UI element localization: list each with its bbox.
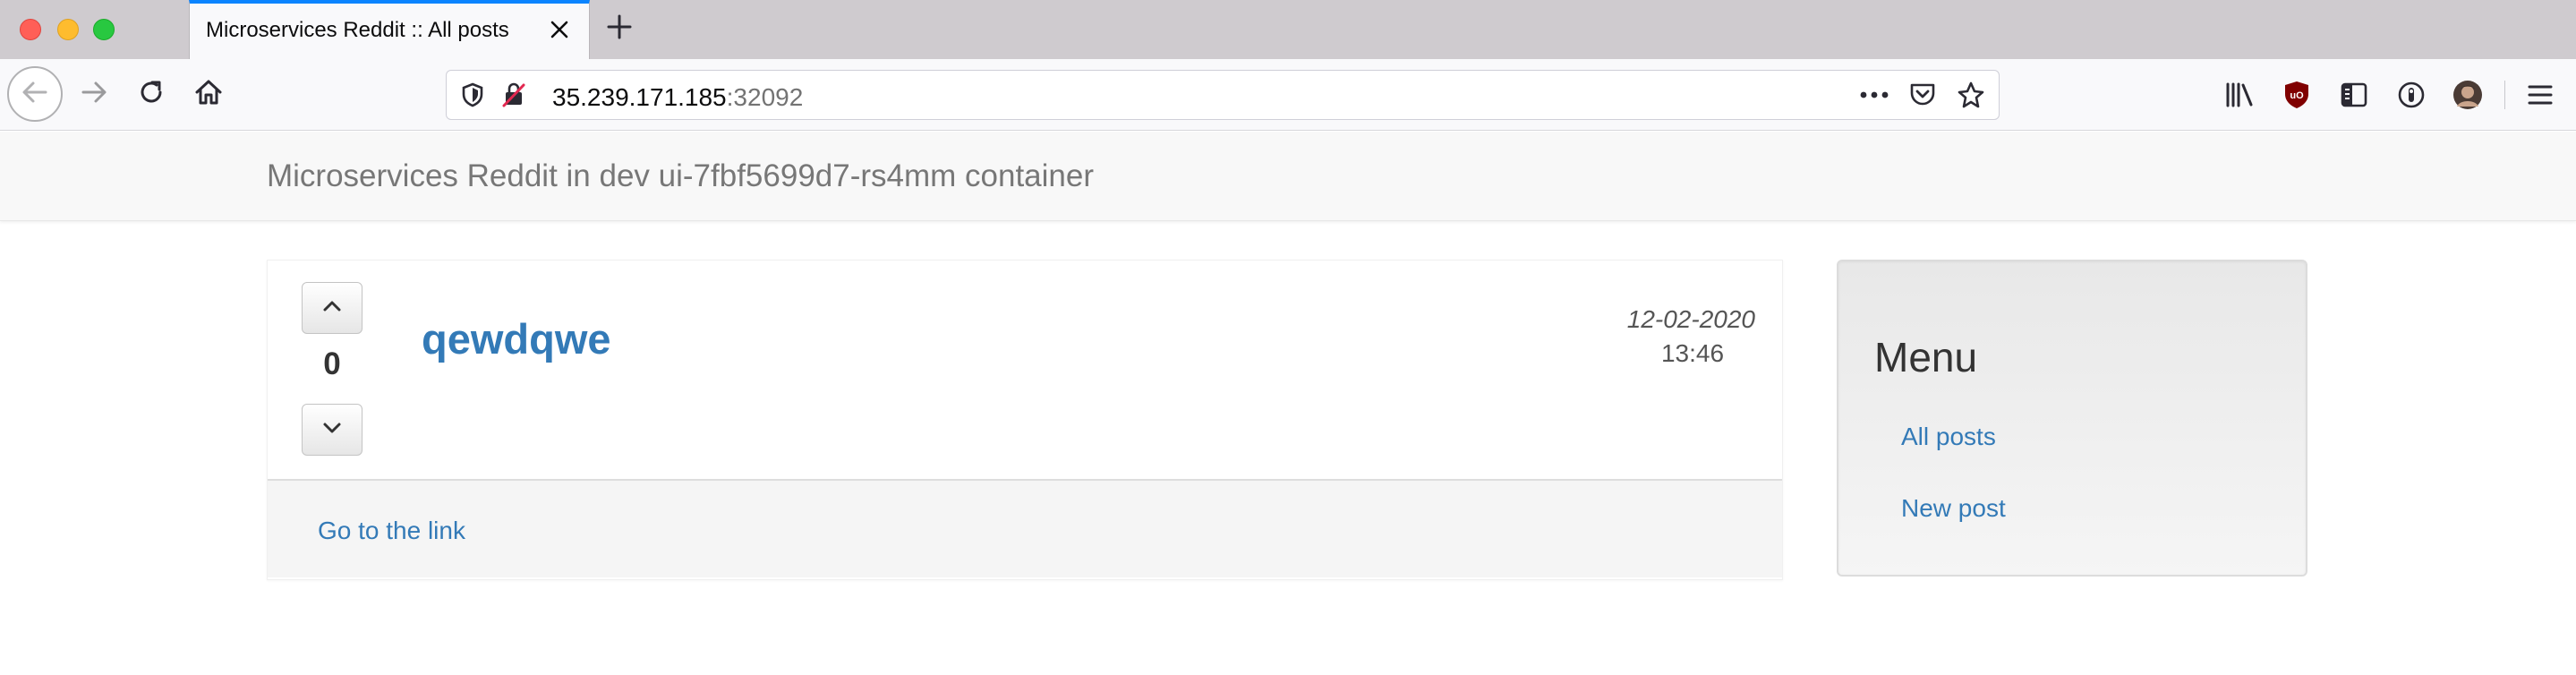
vote-count: 0 [323, 346, 341, 381]
post-footer: Go to the link [268, 479, 1782, 577]
reload-icon [137, 78, 166, 111]
close-icon[interactable] [544, 14, 575, 45]
window-minimize-button[interactable] [57, 19, 79, 40]
url-text[interactable]: 35.239.171.185:32092 [552, 83, 803, 112]
home-button[interactable] [183, 68, 235, 120]
chevron-down-icon [321, 421, 343, 440]
extension-icon[interactable] [2393, 77, 2429, 113]
menu-title: Menu [1874, 334, 1978, 380]
go-to-link[interactable]: Go to the link [318, 517, 465, 545]
arrow-left-icon [21, 78, 49, 111]
post-time: 13:46 [1660, 339, 1725, 367]
downvote-button[interactable] [302, 404, 363, 456]
insecure-lock-icon[interactable] [500, 81, 527, 108]
brand-link[interactable]: Microservices Reddit in dev ui-7fbf5699d… [267, 158, 1094, 194]
url-bar[interactable]: 35.239.171.185:32092 [446, 70, 2000, 120]
browser-tab-bar: Microservices Reddit :: All posts [0, 0, 2576, 59]
window-close-button[interactable] [20, 19, 41, 40]
back-button[interactable] [7, 66, 63, 122]
url-host: 35.239.171.185 [552, 83, 727, 111]
star-icon[interactable] [1956, 81, 1986, 109]
account-avatar-icon[interactable] [2450, 77, 2486, 113]
tracking-protection-shield-icon[interactable] [459, 81, 486, 108]
new-tab-button[interactable] [601, 11, 637, 47]
post-title-link[interactable]: qewdqwe [422, 314, 611, 363]
menu-item-new-post[interactable]: New post [1901, 494, 2006, 523]
library-icon[interactable] [2222, 77, 2257, 113]
chevron-up-icon [321, 299, 343, 318]
reload-button[interactable] [125, 68, 177, 120]
hamburger-menu-icon[interactable] [2522, 77, 2558, 113]
plus-icon [606, 13, 633, 45]
more-horizontal-icon[interactable] [1859, 81, 1889, 108]
post-card: 0 qewdqwe 12-02-2020 13:46 Go to the lin… [267, 260, 1783, 580]
toolbar-divider [2504, 81, 2505, 109]
svg-text:uO: uO [2290, 90, 2304, 101]
arrow-right-icon [80, 78, 108, 111]
browser-tab-active[interactable]: Microservices Reddit :: All posts [189, 0, 590, 59]
window-zoom-button[interactable] [93, 19, 115, 40]
menu-item-all-posts[interactable]: All posts [1901, 423, 1996, 451]
url-port: :32092 [726, 83, 804, 111]
forward-button[interactable] [68, 68, 120, 120]
upvote-button[interactable] [302, 282, 363, 334]
tab-title: Microservices Reddit :: All posts [206, 18, 509, 42]
post-date: 12-02-2020 [1626, 305, 1755, 333]
site-navbar: Microservices Reddit in dev ui-7fbf5699d… [0, 132, 2576, 221]
ublock-origin-icon[interactable]: uO [2279, 77, 2315, 113]
home-icon [193, 77, 224, 112]
sidebar-icon[interactable] [2336, 77, 2372, 113]
pocket-icon[interactable] [1907, 81, 1938, 108]
browser-toolbar: 35.239.171.185:32092 uO [0, 59, 2576, 131]
sidebar-menu: Menu All posts New post [1837, 260, 2307, 577]
